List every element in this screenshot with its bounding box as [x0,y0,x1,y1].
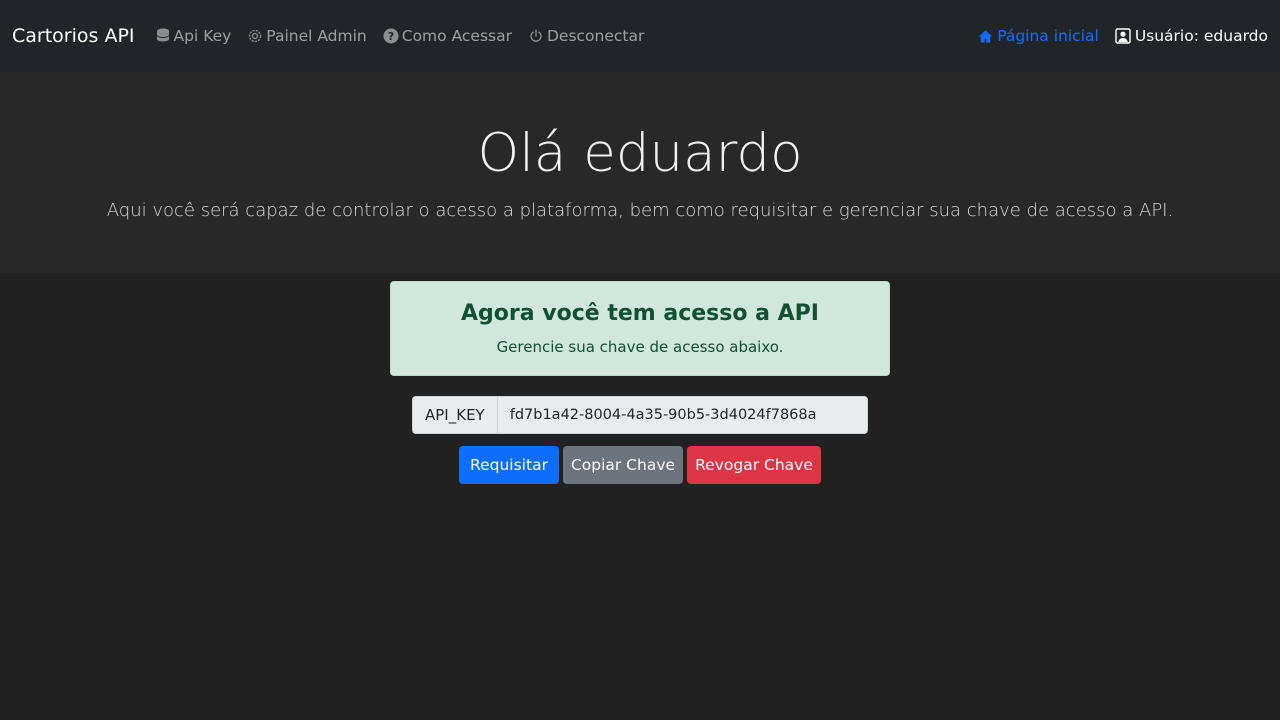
power-icon [528,28,544,44]
nav-link-api-key[interactable]: Api Key [147,27,240,45]
api-key-group: API_KEY [412,396,868,434]
nav-right: Página inicial Usuário: eduardo [969,27,1268,45]
hero: Olá eduardo Aqui você será capaz de cont… [0,72,1280,273]
nav-link-label: Api Key [173,27,232,45]
nav-links: Api Key Painel Admin ? Como Acessar Desc… [147,27,653,45]
database-icon [155,28,171,44]
user-info: Usuário: eduardo [1107,27,1268,45]
house-icon [977,28,993,44]
api-key-label: API_KEY [412,396,497,434]
nav-link-admin-panel[interactable]: Painel Admin [239,27,374,45]
brand-link[interactable]: Cartorios API [12,25,135,47]
svg-text:?: ? [388,30,394,43]
page-title: Olá eduardo [477,123,803,184]
nav-link-logout[interactable]: Desconectar [520,27,652,45]
nav-link-home[interactable]: Página inicial [969,27,1107,45]
gear-icon [247,28,263,44]
request-key-button[interactable]: Requisitar [459,446,559,484]
question-circle-icon: ? [383,28,399,44]
copy-key-button[interactable]: Copiar Chave [563,446,683,484]
revoke-key-button[interactable]: Revogar Chave [687,446,821,484]
api-key-field[interactable] [496,396,868,434]
user-label: Usuário: eduardo [1134,27,1268,45]
alert-heading: Agora você tem acesso a API [461,301,819,326]
user-square-icon [1115,28,1131,44]
navbar: Cartorios API Api Key Painel Admin ? Com… [0,0,1280,72]
nav-link-label: Como Acessar [401,27,512,45]
page-subtitle: Aqui você será capaz de controlar o aces… [106,200,1174,221]
nav-link-label: Painel Admin [266,27,367,45]
alert-text: Gerencie sua chave de acesso abaixo. [496,338,784,356]
action-buttons: Requisitar Copiar Chave Revogar Chave [459,446,821,484]
nav-link-how-to-access[interactable]: ? Como Acessar [375,27,520,45]
nav-link-label: Desconectar [546,27,645,45]
success-alert: Agora você tem acesso a API Gerencie sua… [390,281,890,376]
nav-link-label: Página inicial [997,27,1099,45]
